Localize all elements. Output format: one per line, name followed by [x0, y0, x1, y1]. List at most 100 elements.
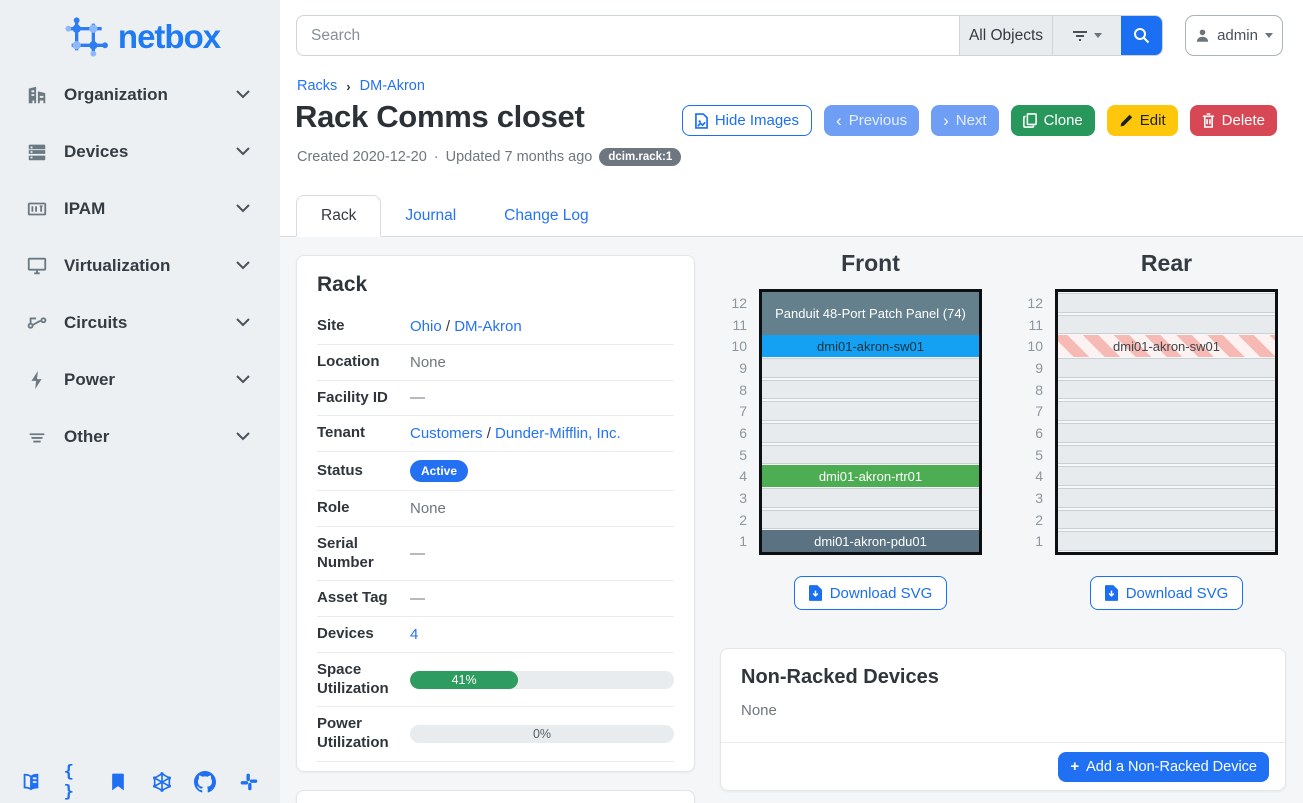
rear-download-svg-button[interactable]: Download SVG [1090, 576, 1244, 610]
user-menu-button[interactable]: admin [1185, 15, 1283, 56]
object-actions: Hide Images ‹ Previous › Next Clone Edit… [682, 105, 1277, 136]
netbox-logo[interactable]: netbox [0, 0, 280, 64]
table-row-asset-tag: Asset Tag — [317, 581, 674, 617]
add-non-racked-device-button[interactable]: + Add a Non-Racked Device [1058, 752, 1269, 782]
table-row-status: Status Active [317, 452, 674, 491]
ip-numbers-icon [26, 198, 48, 220]
rack-device[interactable]: Panduit 48-Port Patch Panel (74) [762, 292, 979, 335]
row-label: Asset Tag [317, 589, 410, 608]
row-label: Location [317, 353, 410, 372]
edit-button[interactable]: Edit [1107, 105, 1178, 136]
front-download-svg-button[interactable]: Download SVG [794, 576, 948, 610]
pencil-icon [1119, 114, 1133, 128]
previous-button[interactable]: ‹ Previous [824, 105, 919, 136]
unit-number: 8 [717, 379, 749, 401]
code-braces-icon[interactable]: { } [64, 771, 86, 793]
search-filter-button[interactable] [1052, 16, 1121, 55]
sidebar-item-organization[interactable]: Organization [26, 76, 250, 113]
row-label: Tenant [317, 424, 410, 443]
rack-unit-slot[interactable] [762, 510, 979, 530]
rack-unit-slot[interactable] [762, 488, 979, 508]
tenant-link[interactable]: Dunder-Mifflin, Inc. [495, 425, 621, 442]
search-input[interactable] [297, 16, 959, 55]
unit-number: 6 [1013, 422, 1045, 444]
sidebar-item-virtualization[interactable]: Virtualization [26, 247, 250, 284]
row-label: Facility ID [317, 389, 410, 408]
tab-change-log[interactable]: Change Log [480, 195, 612, 237]
docs-book-icon[interactable] [20, 771, 42, 793]
add-non-racked-label: Add a Non-Racked Device [1086, 759, 1257, 775]
rack-device[interactable]: dmi01-akron-sw01 [762, 335, 979, 357]
clone-button[interactable]: Clone [1011, 105, 1095, 136]
sidebar-item-ipam[interactable]: IPAM [26, 190, 250, 227]
search-icon [1133, 27, 1150, 44]
sidebar-item-devices[interactable]: Devices [26, 133, 250, 170]
sidebar-item-power[interactable]: Power [26, 361, 250, 398]
chevron-down-icon [236, 90, 250, 99]
rack-unit-slot[interactable] [762, 401, 979, 421]
search-submit-button[interactable] [1121, 16, 1162, 55]
rack-unit-slot[interactable] [1058, 401, 1275, 421]
next-label: Next [956, 112, 987, 129]
rack-device[interactable]: dmi01-akron-rtr01 [762, 465, 979, 487]
sidebar-nav: Organization Devices IPAM Virtualization [0, 64, 280, 455]
next-button[interactable]: › Next [931, 105, 999, 136]
rack-unit-slot[interactable] [1058, 466, 1275, 486]
unit-number: 1 [1013, 530, 1045, 552]
filter-icon [1072, 30, 1088, 42]
row-label: Power Utilization [317, 715, 410, 753]
tab-rack[interactable]: Rack [296, 195, 381, 237]
breadcrumb: Racks › DM-Akron [297, 78, 425, 94]
slack-icon[interactable] [238, 771, 260, 793]
tenant-group-link[interactable]: Customers [410, 425, 483, 442]
download-label: Download SVG [830, 585, 933, 602]
plus-icon: + [1070, 758, 1079, 775]
rack-unit-slot[interactable] [1058, 445, 1275, 465]
delete-label: Delete [1222, 112, 1265, 129]
rack-unit-slot[interactable] [1058, 510, 1275, 530]
tab-journal[interactable]: Journal [381, 195, 480, 237]
netbox-logo-icon [60, 15, 110, 59]
trash-icon [1202, 113, 1215, 128]
bookmark-icon[interactable] [107, 771, 129, 793]
rack-unit-slot[interactable] [1058, 293, 1275, 313]
rack-unit-slot[interactable] [1058, 531, 1275, 551]
building-icon [26, 84, 48, 106]
site-region-link[interactable]: Ohio [410, 318, 442, 335]
sidebar-item-label: Devices [64, 142, 128, 162]
rack-unit-slot[interactable] [762, 380, 979, 400]
breadcrumb-link-site[interactable]: DM-Akron [360, 78, 425, 94]
download-label: Download SVG [1126, 585, 1229, 602]
site-link[interactable]: DM-Akron [454, 318, 522, 335]
rack-unit-slot[interactable] [1058, 488, 1275, 508]
unit-number: 1 [717, 530, 749, 552]
sidebar-item-other[interactable]: Other [26, 418, 250, 455]
rack-unit-slot[interactable] [762, 423, 979, 443]
rack-unit-slot[interactable] [1058, 358, 1275, 378]
rack-device[interactable]: dmi01-akron-pdu01 [762, 530, 979, 552]
sidebar-item-label: Circuits [64, 313, 127, 333]
non-racked-footer: + Add a Non-Racked Device [721, 742, 1285, 790]
graphql-icon[interactable] [151, 771, 173, 793]
table-row-serial-number: Serial Number — [317, 527, 674, 582]
rack-unit-slot[interactable] [1058, 423, 1275, 443]
rack-unit-slot[interactable] [762, 358, 979, 378]
rack-unit-slot[interactable] [1058, 380, 1275, 400]
breadcrumb-link-racks[interactable]: Racks [297, 78, 337, 94]
hide-images-button[interactable]: Hide Images [682, 105, 812, 136]
unit-number: 8 [1013, 379, 1045, 401]
delete-button[interactable]: Delete [1190, 105, 1277, 136]
front-elevation-title: Front [759, 250, 982, 277]
breadcrumb-chevron-icon: › [346, 79, 350, 94]
unit-number: 11 [1013, 314, 1045, 336]
rack-unit-slot[interactable] [1058, 315, 1275, 335]
github-icon[interactable] [194, 771, 216, 793]
sidebar-item-circuits[interactable]: Circuits [26, 304, 250, 341]
chevron-right-icon: › [943, 112, 949, 129]
device-count-link[interactable]: 4 [410, 626, 418, 643]
table-row-facility-id: Facility ID — [317, 381, 674, 417]
rack-device[interactable]: dmi01-akron-sw01 [1058, 335, 1275, 357]
search-scope-button[interactable]: All Objects [959, 16, 1052, 55]
page-title: Rack Comms closet [295, 99, 585, 135]
rack-unit-slot[interactable] [762, 445, 979, 465]
